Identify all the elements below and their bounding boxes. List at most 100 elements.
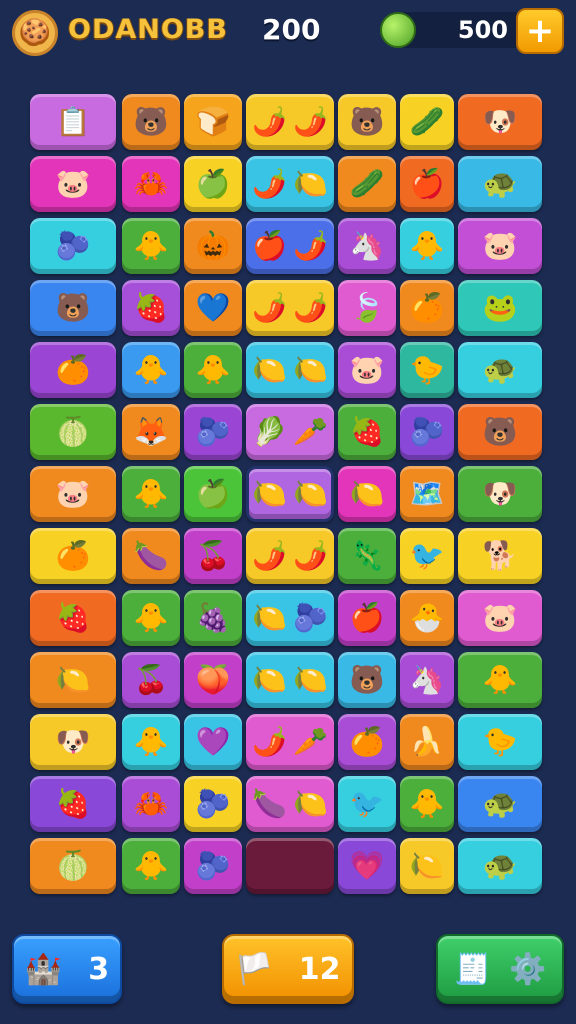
tile-pig-icon[interactable]: 🐷 <box>30 466 116 522</box>
tile-leaf-carrot-icon[interactable]: 🥬 🥕 <box>246 404 334 460</box>
tile-eggplant-lemon-icon[interactable]: 🍆 🍋 <box>246 776 334 832</box>
tile-orange-icon[interactable]: 🍊 <box>338 714 396 770</box>
tile-cucumber-icon[interactable]: 🥒 <box>338 156 396 212</box>
tile-lemon-berry-icon[interactable]: 🍋 🫐 <box>246 590 334 646</box>
tile-puppy-icon[interactable]: 🐶 <box>30 714 116 770</box>
tile-green-apple-icon[interactable]: 🍏 <box>184 466 242 522</box>
tile-lemon-icon[interactable]: 🍋 <box>400 838 454 894</box>
tile-pig-icon[interactable]: 🐷 <box>30 156 116 212</box>
tile-fox-icon[interactable]: 🦊 <box>122 404 180 460</box>
tile-orange-icon[interactable]: 🍊 <box>400 280 454 336</box>
tile-blueberry-icon[interactable]: 🫐 <box>184 838 242 894</box>
avatar[interactable]: 🍪 <box>12 10 58 56</box>
tile-strawberry-icon[interactable]: 🍓 <box>338 404 396 460</box>
tile-apple-icon[interactable]: 🍎 <box>338 590 396 646</box>
tile-leaf-icon[interactable]: 🍃 <box>338 280 396 336</box>
tile-bear-icon[interactable]: 🐻 <box>30 280 116 336</box>
tile-heart-icon[interactable]: 💗 <box>338 838 396 894</box>
flag-button[interactable]: 🏳️ 12 <box>222 934 354 1004</box>
tile-banana-icon[interactable]: 🍌 <box>400 714 454 770</box>
tile-chick-icon[interactable]: 🐥 <box>122 466 180 522</box>
tile-chick-icon[interactable]: 🐥 <box>122 838 180 894</box>
tile-chick-icon[interactable]: 🐥 <box>122 218 180 274</box>
tile-melon-icon[interactable]: 🥒 <box>400 94 454 150</box>
tile-bird-icon[interactable]: 🐦 <box>400 528 454 584</box>
tile-bear-icon[interactable]: 🐻 <box>338 94 396 150</box>
tile-heart-icon[interactable]: 💙 <box>184 280 242 336</box>
tile-lemon-icon[interactable]: 🍋 <box>338 466 396 522</box>
tile-bear-icon[interactable]: 🐻 <box>338 652 396 708</box>
tile-plum-icon[interactable]: 🍇 <box>184 590 242 646</box>
tile-critter-icon[interactable]: 🦄 <box>400 652 454 708</box>
tile-dog-icon[interactable]: 🐕 <box>458 528 542 584</box>
tile-lime-icon[interactable]: 🍈 <box>30 404 116 460</box>
tile-frog-icon[interactable]: 🐸 <box>458 280 542 336</box>
tile-pepper-pair-icon[interactable]: 🌶️ 🌶️ <box>246 280 334 336</box>
tile-chick-icon[interactable]: 🐥 <box>122 714 180 770</box>
tile-crab-icon[interactable]: 🦀 <box>122 776 180 832</box>
tile-lemon-icon[interactable]: 🍋 <box>30 652 116 708</box>
tile-heart-icon[interactable]: 💜 <box>184 714 242 770</box>
tile-lemon-pair-icon[interactable]: 🍋 🍋 <box>246 466 334 522</box>
tile-orange-icon[interactable]: 🍊 <box>30 342 116 398</box>
shop-settings-button[interactable]: 🧾 ⚙️ <box>436 934 564 1004</box>
tile-chick-icon[interactable]: 🐥 <box>458 652 542 708</box>
tile-cherry-icon[interactable]: 🍒 <box>122 652 180 708</box>
tile-lemon-pair-icon[interactable]: 🍋 🍋 <box>246 342 334 398</box>
tile-turtle-icon[interactable]: 🐢 <box>458 776 542 832</box>
tile-chick-icon[interactable]: 🐥 <box>400 218 454 274</box>
tile-bird-icon[interactable]: 🐤 <box>400 342 454 398</box>
tile-blueberry-icon[interactable]: 🫐 <box>184 776 242 832</box>
tile-pig-icon[interactable]: 🐷 <box>458 218 542 274</box>
tile-pig-icon[interactable]: 🐷 <box>458 590 542 646</box>
tile-pepper-lemon-icon[interactable]: 🌶️ 🍋 <box>246 156 334 212</box>
tile-hatchling-icon[interactable]: 🐣 <box>400 590 454 646</box>
tile-berry-icon[interactable]: 🫐 <box>30 218 116 274</box>
tile-puppy-icon[interactable]: 🐶 <box>458 94 542 150</box>
tile-bear-icon[interactable]: 🐻 <box>122 94 180 150</box>
tile-pepper-pair-icon[interactable]: 🌶️ 🌶️ <box>246 528 334 584</box>
tile-map-card-icon[interactable]: 🗺️ <box>400 466 454 522</box>
tile-pumpkin-icon[interactable]: 🎃 <box>184 218 242 274</box>
tile-bear-icon[interactable]: 🐻 <box>458 404 542 460</box>
tile-apple-pepper-icon[interactable]: 🍎 🌶️ <box>246 218 334 274</box>
tile-chart-board-icon[interactable]: 📋 <box>30 94 116 150</box>
tile-eggplant-icon[interactable]: 🍆 <box>122 528 180 584</box>
tile-critter-icon[interactable]: 🦄 <box>338 218 396 274</box>
tile-peach-icon[interactable]: 🍑 <box>184 652 242 708</box>
tile-turtle-icon[interactable]: 🐢 <box>458 838 542 894</box>
tile-crab-icon[interactable]: 🦀 <box>122 156 180 212</box>
tile-bird-icon[interactable]: 🐦 <box>338 776 396 832</box>
tile-empty-slot[interactable] <box>246 838 334 894</box>
gear-icon[interactable]: ⚙️ <box>509 952 546 987</box>
tile-bread-icon[interactable]: 🍞 <box>184 94 242 150</box>
tile-turtle-icon[interactable]: 🐢 <box>458 156 542 212</box>
tile-bird-icon[interactable]: 🐤 <box>458 714 542 770</box>
tile-chick-icon[interactable]: 🐥 <box>400 776 454 832</box>
tile-apple-icon[interactable]: 🍎 <box>400 156 454 212</box>
tile-pig-icon[interactable]: 🐷 <box>338 342 396 398</box>
tile-puppy-icon[interactable]: 🐶 <box>458 466 542 522</box>
add-coins-button[interactable]: + <box>516 8 564 54</box>
tile-lime-icon[interactable]: 🍈 <box>30 838 116 894</box>
tile-chick-icon[interactable]: 🐥 <box>122 590 180 646</box>
tile-blueberry-icon[interactable]: 🫐 <box>400 404 454 460</box>
tile-chick-icon[interactable]: 🐥 <box>122 342 180 398</box>
eggplant-icon: 🍆 <box>133 539 169 572</box>
tile-orange-icon[interactable]: 🍊 <box>30 528 116 584</box>
tile-strawberry-icon[interactable]: 🍓 <box>30 776 116 832</box>
tile-pepper-carrot-icon[interactable]: 🌶️ 🥕 <box>246 714 334 770</box>
tile-green-apple-icon[interactable]: 🍏 <box>184 156 242 212</box>
tile-strawberry-icon[interactable]: 🍓 <box>30 590 116 646</box>
fox-icon: 🦊 <box>133 415 169 448</box>
tile-blueberry-icon[interactable]: 🫐 <box>184 404 242 460</box>
tile-pepper-pair-icon[interactable]: 🌶️ 🌶️ <box>246 94 334 150</box>
tile-turtle-icon[interactable]: 🐢 <box>458 342 542 398</box>
cash-register-icon[interactable]: 🧾 <box>454 952 491 987</box>
tile-lemon-pair-icon[interactable]: 🍋 🍋 <box>246 652 334 708</box>
tile-strawberry-icon[interactable]: 🍓 <box>122 280 180 336</box>
castle-button[interactable]: 🏰 3 <box>12 934 122 1004</box>
tile-cherry-icon[interactable]: 🍒 <box>184 528 242 584</box>
tile-lizard-icon[interactable]: 🦎 <box>338 528 396 584</box>
tile-chick-icon[interactable]: 🐥 <box>184 342 242 398</box>
